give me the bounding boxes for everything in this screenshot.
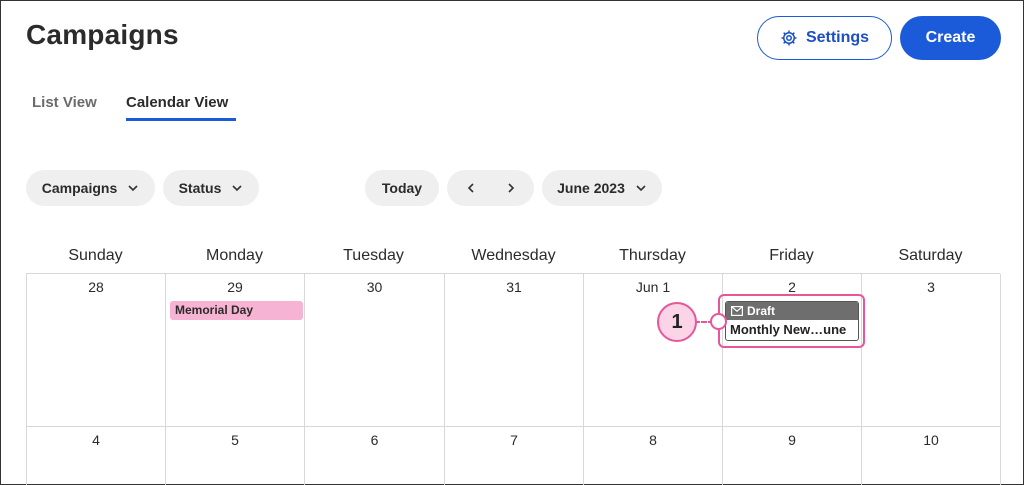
draft-campaign-event[interactable]: Draft Monthly New…une [725,301,859,341]
calendar-day-cell[interactable]: 31 [445,274,584,427]
tab-list-view[interactable]: List View [32,94,97,111]
calendar-day-cell[interactable]: 7 [445,427,584,485]
calendar-day-cell[interactable]: 3 [862,274,1001,427]
campaigns-filter-dropdown[interactable]: Campaigns [26,170,155,206]
calendar-day-cell[interactable]: 8 [584,427,723,485]
day-number: 4 [92,432,100,448]
calendar-day-cell[interactable]: 6 [305,427,445,485]
chevron-down-icon [128,185,138,192]
gear-icon [781,30,797,46]
draft-status-label: Draft [747,304,776,318]
day-number: 8 [649,432,657,448]
month-label: June 2023 [557,180,625,196]
tab-calendar-view[interactable]: Calendar View [126,94,228,111]
callout-dot [710,313,727,330]
day-number: 30 [366,279,383,295]
day-number: 31 [506,279,522,295]
callout-number-badge: 1 [657,302,697,342]
create-button[interactable]: Create [900,16,1001,60]
chevron-down-icon [232,185,242,192]
status-filter-label: Status [178,180,222,196]
envelope-icon [731,306,743,316]
weekday-header-saturday: Saturday [898,247,963,264]
campaigns-filter-label: Campaigns [41,180,118,196]
weekday-header-thursday: Thursday [619,247,686,264]
active-tab-indicator [126,118,236,121]
calendar-day-cell[interactable]: 28 [27,274,166,427]
page-title: Campaigns [26,19,179,50]
day-number: Jun 1 [635,279,671,295]
month-navigation [447,170,534,206]
calendar-day-cell[interactable]: Jun 1 [584,274,723,427]
day-number: 28 [88,279,104,295]
draft-campaign-title: Monthly New…une [730,322,847,337]
weekday-header-monday: Monday [206,247,263,264]
month-selector-dropdown[interactable]: June 2023 [542,170,662,206]
chevron-right-icon[interactable] [505,182,517,194]
day-number: 9 [788,432,796,448]
holiday-event-memorial-day[interactable]: Memorial Day [170,301,303,320]
calendar-day-cell[interactable]: 10 [862,427,1001,485]
weekday-header-friday: Friday [769,247,814,264]
calendar-day-cell[interactable]: 4 [27,427,166,485]
settings-label: Settings [805,29,870,46]
day-number: 7 [510,432,518,448]
today-button[interactable]: Today [365,170,439,206]
weekday-header-wednesday: Wednesday [471,247,556,264]
day-number: 2 [788,279,796,295]
chevron-down-icon [636,185,646,192]
chevron-left-icon[interactable] [465,182,477,194]
day-number: 29 [227,279,243,295]
settings-button[interactable]: Settings [757,16,892,60]
weekday-header-sunday: Sunday [68,247,123,264]
day-number: 10 [923,432,939,448]
day-number: 3 [927,279,935,295]
day-number: 5 [231,432,239,448]
weekday-header-tuesday: Tuesday [343,247,404,264]
calendar-day-cell[interactable]: 29 [166,274,305,427]
calendar-day-cell[interactable]: 9 [723,427,862,485]
calendar-day-cell[interactable]: 5 [166,427,305,485]
day-number: 6 [370,432,379,448]
status-filter-dropdown[interactable]: Status [163,170,259,206]
draft-status-bar: Draft [726,302,858,320]
calendar-day-cell[interactable]: 30 [305,274,445,427]
